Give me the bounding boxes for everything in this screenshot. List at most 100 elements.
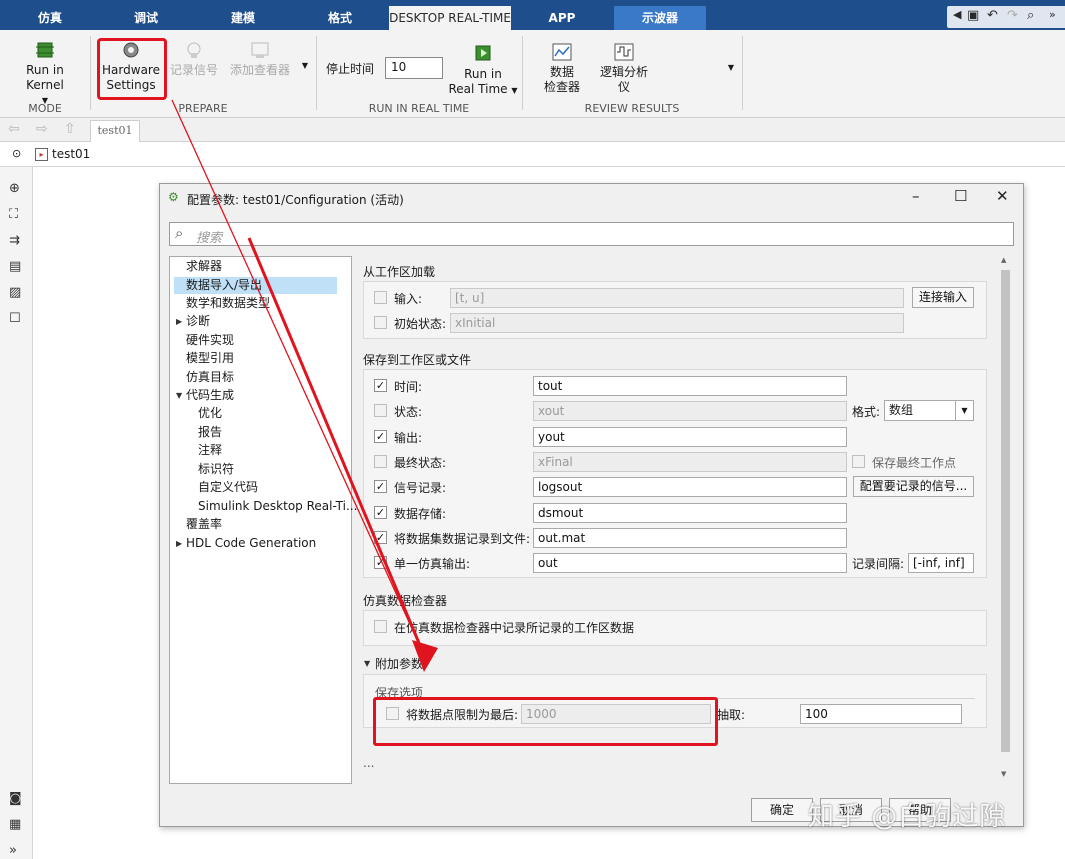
record-signal-button[interactable]: 记录信号 (168, 40, 220, 78)
data-stores-checkbox[interactable]: ✓ (374, 506, 387, 519)
camera-icon[interactable]: ◙ (9, 791, 22, 806)
add-viewer-button[interactable]: 添加查看器 (228, 40, 292, 78)
single-output-checkbox[interactable]: ✓ (374, 556, 387, 569)
expand-icon[interactable]: » (9, 843, 17, 858)
tree-item-custom-code[interactable]: 自定义代码 (198, 479, 258, 496)
maximize-icon[interactable]: ☐ (954, 187, 967, 205)
tree-item-report[interactable]: 报告 (198, 424, 222, 441)
tree-item-hardware[interactable]: 硬件实现 (186, 332, 234, 349)
fit-view-icon[interactable]: ⛶ (9, 207, 18, 222)
tab-format[interactable]: 格式 (302, 6, 378, 30)
tree-item-math[interactable]: 数学和数据类型 (186, 295, 270, 312)
initial-state-label: 初始状态: (394, 317, 447, 331)
tree-item-comments[interactable]: 注释 (198, 442, 222, 459)
input-field[interactable]: [t, u] (450, 288, 904, 308)
image-icon[interactable]: ▨ (9, 285, 21, 300)
tree-item-hdl[interactable]: HDL Code Generation (186, 535, 316, 552)
undo-icon[interactable]: ↶ (987, 8, 998, 23)
hide-browser-icon[interactable]: ⊙ (12, 147, 21, 160)
model-tab[interactable]: test01 (90, 120, 140, 142)
scroll-up-icon[interactable]: ▲ (1001, 256, 1006, 264)
format-select[interactable]: 数组 ▼ (884, 400, 974, 421)
annotation-icon[interactable]: ▤ (9, 259, 21, 274)
single-output-field[interactable]: out (533, 553, 847, 573)
logging-interval-field[interactable]: [-inf, inf] (908, 553, 974, 573)
forward-arrow-icon[interactable]: ⇨ (36, 121, 48, 137)
run-in-real-time-button[interactable]: Run in Real Time ▼ (448, 42, 518, 98)
highlight-box-limit-data (373, 697, 718, 746)
expand-arrow-icon[interactable]: ▶ (176, 317, 182, 326)
tree-item-sim-target[interactable]: 仿真目标 (186, 369, 234, 386)
tab-app[interactable]: APP (524, 6, 600, 30)
search-input[interactable]: ⌕ 搜索 (169, 222, 1014, 246)
time-field[interactable]: tout (533, 376, 847, 396)
stop-time-label: 停止时间 (326, 62, 375, 76)
states-field[interactable]: xout (533, 401, 847, 421)
search-icon[interactable]: ⌕ (1027, 8, 1034, 23)
output-field[interactable]: yout (533, 427, 847, 447)
toolstrip-tabs: 仿真 调试 建模 格式 DESKTOP REAL-TIME APP 示波器 ◀ … (0, 0, 1065, 30)
decimation-field[interactable]: 100 (800, 704, 962, 724)
tree-item-model-ref[interactable]: 模型引用 (186, 350, 234, 367)
minimize-ribbon-icon[interactable]: ◀ (953, 8, 961, 21)
final-state-checkbox[interactable] (374, 455, 387, 468)
log-to-file-checkbox[interactable]: ✓ (374, 531, 387, 544)
ok-button[interactable]: 确定 (751, 798, 813, 822)
final-state-label: 最终状态: (394, 456, 447, 470)
tree-item-optimization[interactable]: 优化 (198, 405, 222, 422)
configure-signals-button[interactable]: 配置要记录的信号... (853, 476, 974, 497)
additional-section-title[interactable]: 附加参数 (375, 655, 423, 672)
zoom-icon[interactable]: ⊕ (9, 181, 20, 196)
redo-icon[interactable]: ↷ (1007, 8, 1018, 23)
collapse-arrow-icon[interactable]: ▼ (176, 391, 182, 400)
save-icon[interactable]: ▣ (967, 8, 979, 23)
tree-item-coverage[interactable]: 覆盖率 (186, 516, 222, 533)
output-checkbox[interactable]: ✓ (374, 430, 387, 443)
review-more-icon[interactable]: ▼ (724, 60, 738, 75)
states-checkbox[interactable] (374, 404, 387, 417)
tree-item-codegen[interactable]: 代码生成 (186, 387, 234, 404)
back-arrow-icon[interactable]: ⇦ (8, 121, 20, 137)
signal-line-icon[interactable]: ⇉ (9, 233, 20, 248)
prepare-more-icon[interactable]: ▼ (298, 58, 312, 73)
tree-item-identifiers[interactable]: 标识符 (198, 461, 234, 478)
scroll-thumb[interactable] (1001, 270, 1010, 752)
time-checkbox[interactable]: ✓ (374, 379, 387, 392)
tree-item-solver[interactable]: 求解器 (186, 258, 222, 275)
tree-item-sldrt[interactable]: Simulink Desktop Real-Ti... (198, 498, 357, 515)
logging-interval-label: 记录间隔: (852, 557, 905, 571)
signal-logging-field[interactable]: logsout (533, 477, 847, 497)
run-in-kernel-button[interactable]: Run in Kernel ▼ (6, 40, 84, 108)
close-icon[interactable]: ✕ (996, 187, 1009, 205)
logic-analyzer-button[interactable]: 逻辑分析 仪 (596, 42, 652, 95)
collapse-arrow-icon[interactable]: ▼ (364, 659, 370, 668)
tab-scope[interactable]: 示波器 (614, 6, 706, 30)
more-icon[interactable]: » (1049, 8, 1056, 21)
stop-time-input[interactable]: 10 (385, 57, 443, 79)
tab-debug[interactable]: 调试 (108, 6, 184, 30)
initial-state-checkbox[interactable] (374, 316, 387, 329)
up-arrow-icon[interactable]: ⇧ (64, 121, 76, 137)
breadcrumb[interactable]: test01 (52, 147, 90, 161)
tab-modeling[interactable]: 建模 (205, 6, 281, 30)
tab-simulation[interactable]: 仿真 (12, 6, 88, 30)
initial-state-field[interactable]: xInitial (450, 313, 904, 333)
final-state-field[interactable]: xFinal (533, 452, 847, 472)
connect-input-button[interactable]: 连接输入 (912, 287, 974, 308)
input-checkbox[interactable] (374, 291, 387, 304)
data-inspector-button[interactable]: 数据 检查器 (540, 42, 584, 95)
property-icon[interactable]: ▦ (9, 817, 21, 832)
signal-logging-checkbox[interactable]: ✓ (374, 480, 387, 493)
vertical-scrollbar[interactable]: ▲ ▼ (998, 256, 1013, 784)
scroll-down-icon[interactable]: ▼ (1001, 770, 1006, 778)
sdi-record-checkbox[interactable] (374, 620, 387, 633)
data-stores-field[interactable]: dsmout (533, 503, 847, 523)
area-icon[interactable]: ☐ (9, 311, 21, 326)
log-to-file-field[interactable]: out.mat (533, 528, 847, 548)
save-op-checkbox[interactable] (852, 455, 865, 468)
tab-desktop-real-time[interactable]: DESKTOP REAL-TIME (389, 6, 511, 30)
tree-item-diagnostics[interactable]: 诊断 (186, 313, 210, 330)
expand-arrow-icon[interactable]: ▶ (176, 539, 182, 548)
minimize-icon[interactable]: – (912, 187, 920, 205)
tree-item-data-io[interactable]: 数据导入/导出 (174, 277, 337, 294)
